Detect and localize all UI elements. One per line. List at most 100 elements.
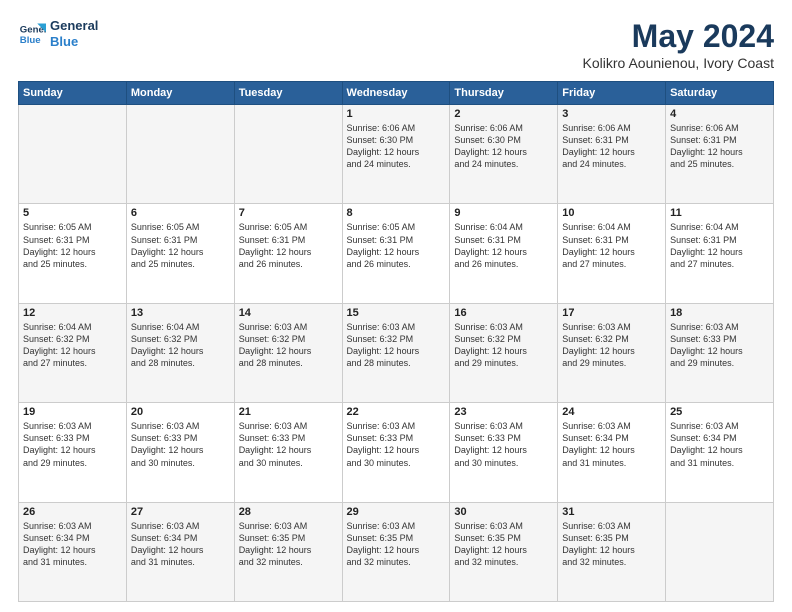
week-row-2: 12 Sunrise: 6:04 AM Sunset: 6:32 PM Dayli… (19, 303, 774, 402)
week-row-4: 26 Sunrise: 6:03 AM Sunset: 6:34 PM Dayli… (19, 502, 774, 601)
calendar-cell: 26 Sunrise: 6:03 AM Sunset: 6:34 PM Dayli… (19, 502, 127, 601)
week-row-3: 19 Sunrise: 6:03 AM Sunset: 6:33 PM Dayli… (19, 403, 774, 502)
calendar-cell: 13 Sunrise: 6:04 AM Sunset: 6:32 PM Dayli… (126, 303, 234, 402)
cell-info: Sunrise: 6:05 AM Sunset: 6:31 PM Dayligh… (131, 221, 230, 270)
day-number: 3 (562, 108, 661, 120)
day-number: 20 (131, 406, 230, 418)
logo: General Blue General Blue (18, 18, 98, 49)
cell-info: Sunrise: 6:06 AM Sunset: 6:30 PM Dayligh… (347, 122, 446, 171)
calendar-cell: 6 Sunrise: 6:05 AM Sunset: 6:31 PM Daylig… (126, 204, 234, 303)
day-number: 27 (131, 506, 230, 518)
logo-text-general: General (50, 18, 98, 34)
day-number: 15 (347, 307, 446, 319)
calendar-cell: 17 Sunrise: 6:03 AM Sunset: 6:32 PM Dayli… (558, 303, 666, 402)
day-number: 6 (131, 207, 230, 219)
cell-info: Sunrise: 6:03 AM Sunset: 6:35 PM Dayligh… (239, 520, 338, 569)
day-number: 25 (670, 406, 769, 418)
calendar-cell: 29Sunrise: 6:03 AM Sunset: 6:35 PM Dayli… (342, 502, 450, 601)
calendar-cell: 19 Sunrise: 6:03 AM Sunset: 6:33 PM Dayli… (19, 403, 127, 502)
cell-info: Sunrise: 6:06 AM Sunset: 6:31 PM Dayligh… (670, 122, 769, 171)
day-number: 13 (131, 307, 230, 319)
calendar-cell (19, 105, 127, 204)
calendar-body: 1 Sunrise: 6:06 AM Sunset: 6:30 PM Daylig… (19, 105, 774, 602)
cell-info: Sunrise: 6:06 AM Sunset: 6:30 PM Dayligh… (454, 122, 553, 171)
header-day-friday: Friday (558, 82, 666, 105)
calendar-cell: 8Sunrise: 6:05 AM Sunset: 6:31 PM Daylig… (342, 204, 450, 303)
cell-info: Sunrise: 6:03 AM Sunset: 6:35 PM Dayligh… (562, 520, 661, 569)
page: General Blue General Blue May 2024 Kolik… (0, 0, 792, 612)
logo-text-blue: Blue (50, 34, 98, 50)
cell-info: Sunrise: 6:03 AM Sunset: 6:34 PM Dayligh… (562, 420, 661, 469)
cell-info: Sunrise: 6:03 AM Sunset: 6:33 PM Dayligh… (239, 420, 338, 469)
header: General Blue General Blue May 2024 Kolik… (18, 18, 774, 71)
main-title: May 2024 (583, 18, 774, 55)
calendar-cell: 5Sunrise: 6:05 AM Sunset: 6:31 PM Daylig… (19, 204, 127, 303)
calendar-cell: 18Sunrise: 6:03 AM Sunset: 6:33 PM Dayli… (666, 303, 774, 402)
cell-info: Sunrise: 6:03 AM Sunset: 6:32 PM Dayligh… (454, 321, 553, 370)
calendar-cell: 31 Sunrise: 6:03 AM Sunset: 6:35 PM Dayli… (558, 502, 666, 601)
day-number: 24 (562, 406, 661, 418)
day-number: 7 (239, 207, 338, 219)
day-number: 22 (347, 406, 446, 418)
cell-info: Sunrise: 6:05 AM Sunset: 6:31 PM Dayligh… (23, 221, 122, 270)
day-number: 1 (347, 108, 446, 120)
cell-info: Sunrise: 6:06 AM Sunset: 6:31 PM Dayligh… (562, 122, 661, 171)
header-day-monday: Monday (126, 82, 234, 105)
day-number: 9 (454, 207, 553, 219)
cell-info: Sunrise: 6:04 AM Sunset: 6:32 PM Dayligh… (23, 321, 122, 370)
day-number: 4 (670, 108, 769, 120)
day-number: 21 (239, 406, 338, 418)
day-number: 16 (454, 307, 553, 319)
day-number: 17 (562, 307, 661, 319)
day-number: 12 (23, 307, 122, 319)
calendar-cell: 16 Sunrise: 6:03 AM Sunset: 6:32 PM Dayli… (450, 303, 558, 402)
day-number: 23 (454, 406, 553, 418)
calendar-cell: 24 Sunrise: 6:03 AM Sunset: 6:34 PM Dayli… (558, 403, 666, 502)
cell-info: Sunrise: 6:03 AM Sunset: 6:33 PM Dayligh… (347, 420, 446, 469)
svg-text:Blue: Blue (20, 34, 41, 45)
calendar-cell: 22 Sunrise: 6:03 AM Sunset: 6:33 PM Dayli… (342, 403, 450, 502)
cell-info: Sunrise: 6:03 AM Sunset: 6:32 PM Dayligh… (347, 321, 446, 370)
cell-info: Sunrise: 6:03 AM Sunset: 6:32 PM Dayligh… (239, 321, 338, 370)
calendar-cell: 27Sunrise: 6:03 AM Sunset: 6:34 PM Dayli… (126, 502, 234, 601)
day-number: 2 (454, 108, 553, 120)
cell-info: Sunrise: 6:04 AM Sunset: 6:31 PM Dayligh… (562, 221, 661, 270)
week-row-0: 1 Sunrise: 6:06 AM Sunset: 6:30 PM Daylig… (19, 105, 774, 204)
cell-info: Sunrise: 6:05 AM Sunset: 6:31 PM Dayligh… (239, 221, 338, 270)
day-number: 28 (239, 506, 338, 518)
calendar-cell: 14Sunrise: 6:03 AM Sunset: 6:32 PM Dayli… (234, 303, 342, 402)
week-row-1: 5Sunrise: 6:05 AM Sunset: 6:31 PM Daylig… (19, 204, 774, 303)
cell-info: Sunrise: 6:03 AM Sunset: 6:33 PM Dayligh… (131, 420, 230, 469)
header-day-wednesday: Wednesday (342, 82, 450, 105)
header-day-saturday: Saturday (666, 82, 774, 105)
day-number: 31 (562, 506, 661, 518)
calendar-cell: 9Sunrise: 6:04 AM Sunset: 6:31 PM Daylig… (450, 204, 558, 303)
calendar-cell: 3 Sunrise: 6:06 AM Sunset: 6:31 PM Daylig… (558, 105, 666, 204)
day-number: 8 (347, 207, 446, 219)
day-number: 19 (23, 406, 122, 418)
day-number: 30 (454, 506, 553, 518)
title-block: May 2024 Kolikro Aounienou, Ivory Coast (583, 18, 774, 71)
calendar-cell: 25Sunrise: 6:03 AM Sunset: 6:34 PM Dayli… (666, 403, 774, 502)
calendar-cell: 30Sunrise: 6:03 AM Sunset: 6:35 PM Dayli… (450, 502, 558, 601)
header-row: SundayMondayTuesdayWednesdayThursdayFrid… (19, 82, 774, 105)
day-number: 18 (670, 307, 769, 319)
calendar-cell: 23Sunrise: 6:03 AM Sunset: 6:33 PM Dayli… (450, 403, 558, 502)
calendar-cell: 10Sunrise: 6:04 AM Sunset: 6:31 PM Dayli… (558, 204, 666, 303)
cell-info: Sunrise: 6:03 AM Sunset: 6:34 PM Dayligh… (23, 520, 122, 569)
day-number: 26 (23, 506, 122, 518)
cell-info: Sunrise: 6:03 AM Sunset: 6:33 PM Dayligh… (23, 420, 122, 469)
calendar-cell: 4 Sunrise: 6:06 AM Sunset: 6:31 PM Daylig… (666, 105, 774, 204)
calendar-cell: 2 Sunrise: 6:06 AM Sunset: 6:30 PM Daylig… (450, 105, 558, 204)
header-day-thursday: Thursday (450, 82, 558, 105)
cell-info: Sunrise: 6:04 AM Sunset: 6:32 PM Dayligh… (131, 321, 230, 370)
day-number: 29 (347, 506, 446, 518)
subtitle: Kolikro Aounienou, Ivory Coast (583, 55, 774, 71)
calendar-cell: 20 Sunrise: 6:03 AM Sunset: 6:33 PM Dayli… (126, 403, 234, 502)
calendar-cell: 1 Sunrise: 6:06 AM Sunset: 6:30 PM Daylig… (342, 105, 450, 204)
calendar-cell (234, 105, 342, 204)
calendar-cell: 15 Sunrise: 6:03 AM Sunset: 6:32 PM Dayli… (342, 303, 450, 402)
calendar-cell: 21 Sunrise: 6:03 AM Sunset: 6:33 PM Dayli… (234, 403, 342, 502)
cell-info: Sunrise: 6:03 AM Sunset: 6:32 PM Dayligh… (562, 321, 661, 370)
calendar-cell (126, 105, 234, 204)
